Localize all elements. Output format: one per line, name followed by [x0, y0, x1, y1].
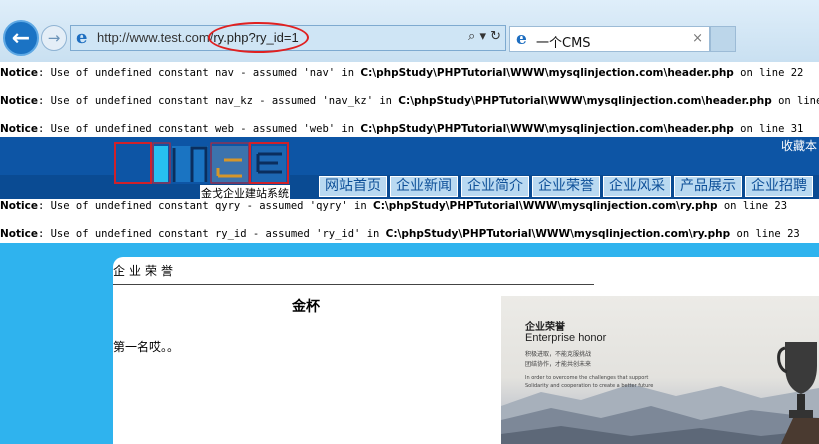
logo-graphic	[114, 142, 290, 184]
notice-label: Notice	[0, 228, 38, 240]
notice-path: C:\phpStudy\PHPTutorial\WWW\mysqlinjecti…	[398, 95, 772, 107]
php-notice: Notice: Use of undefined constant ry_id …	[0, 228, 800, 240]
notice-path: C:\phpStudy\PHPTutorial\WWW\mysqlinjecti…	[373, 200, 718, 212]
honor-banner-image: 企业荣誉 Enterprise honor 积极进取，不能克服挑战 团结协作，才能…	[501, 296, 819, 444]
tab-close-icon[interactable]: ×	[692, 31, 703, 46]
nav-item-news[interactable]: 企业新闻	[390, 176, 458, 197]
php-notice: Notice: Use of undefined constant web - …	[0, 123, 803, 135]
nav-item-about[interactable]: 企业简介	[461, 176, 529, 197]
notice-path: C:\phpStudy\PHPTutorial\WWW\mysqlinjecti…	[360, 123, 734, 135]
notice-tail: on line 31	[733, 123, 804, 135]
notice-text: : Use of undefined constant qyry - assum…	[37, 200, 374, 212]
address-tools-icons[interactable]: ⌕ ▾ ↻	[468, 29, 501, 44]
nav-item-jobs[interactable]: 企业招聘	[745, 176, 813, 197]
trophy-icon	[777, 342, 819, 444]
php-notice: Notice: Use of undefined constant qyry -…	[0, 200, 787, 212]
tab-ie-icon: e	[516, 29, 527, 49]
notice-tail: on line 23	[717, 200, 788, 212]
php-notice: Notice: Use of undefined constant nav - …	[0, 67, 803, 79]
forward-button[interactable]: →	[41, 25, 67, 51]
article-title: 金杯	[292, 299, 320, 315]
site-nav-menu: 网站首页 企业新闻 企业简介 企业荣誉 企业风采 产品展示 企业招聘	[319, 176, 816, 197]
logo-caption: 金戈企业建站系统	[200, 185, 290, 201]
notice-text: : Use of undefined constant nav - assume…	[37, 67, 361, 79]
notice-label: Notice	[0, 95, 38, 107]
notice-tail: on line 23	[730, 228, 800, 240]
site-logo[interactable]	[114, 142, 290, 184]
honor-slogan-en-line: In order to overcome the challenges that…	[525, 375, 649, 381]
back-button[interactable]: ←	[3, 20, 39, 56]
notice-text: : Use of undefined constant web - assume…	[37, 123, 361, 135]
url-host: http://www.test.com/	[97, 30, 214, 45]
browser-window: { "browser": { "url_host": "http://www.t…	[0, 0, 819, 444]
nav-item-products[interactable]: 产品展示	[674, 176, 742, 197]
honor-slogan-en-line: Solidarity and cooperation to create a b…	[525, 383, 654, 389]
honor-slogan-line: 团结协作，才能共创未来	[525, 361, 592, 368]
new-tab-button[interactable]	[710, 26, 736, 52]
notice-tail: on line 22	[733, 67, 804, 79]
notice-text: : Use of undefined constant ry_id - assu…	[37, 228, 386, 240]
section-divider	[113, 284, 594, 285]
nav-item-home[interactable]: 网站首页	[319, 176, 387, 197]
article-body: 第一名哎。。	[113, 340, 180, 354]
ie-icon: e	[76, 27, 88, 48]
nav-item-style[interactable]: 企业风采	[603, 176, 671, 197]
honor-heading-cn: 企业荣誉	[525, 322, 565, 333]
notice-label: Notice	[0, 67, 38, 79]
notice-path: C:\phpStudy\PHPTutorial\WWW\mysqlinjecti…	[360, 67, 734, 79]
php-notice: Notice: Use of undefined constant nav_kz…	[0, 95, 819, 107]
notice-text: : Use of undefined constant nav_kz - ass…	[37, 95, 399, 107]
nav-item-honor[interactable]: 企业荣誉	[532, 176, 600, 197]
tab-title: 一个CMS	[536, 36, 591, 51]
notice-label: Notice	[0, 123, 38, 135]
honor-slogan-line: 积极进取，不能克服挑战	[525, 351, 592, 358]
section-title: 企业荣誉	[113, 264, 178, 278]
browser-tab[interactable]: e 一个CMS ×	[509, 26, 710, 52]
annotation-ellipse	[208, 22, 309, 53]
notice-tail: on line 22	[778, 95, 819, 107]
honor-slogan-en: In order to overcome the challenges that…	[525, 374, 653, 390]
favorite-link[interactable]: 收藏本	[781, 137, 817, 154]
notice-label: Notice	[0, 200, 38, 212]
honor-slogan: 积极进取，不能克服挑战 团结协作，才能共创未来	[525, 350, 591, 370]
notice-path: C:\phpStudy\PHPTutorial\WWW\mysqlinjecti…	[385, 228, 731, 240]
honor-heading-en: Enterprise honor	[525, 332, 607, 344]
